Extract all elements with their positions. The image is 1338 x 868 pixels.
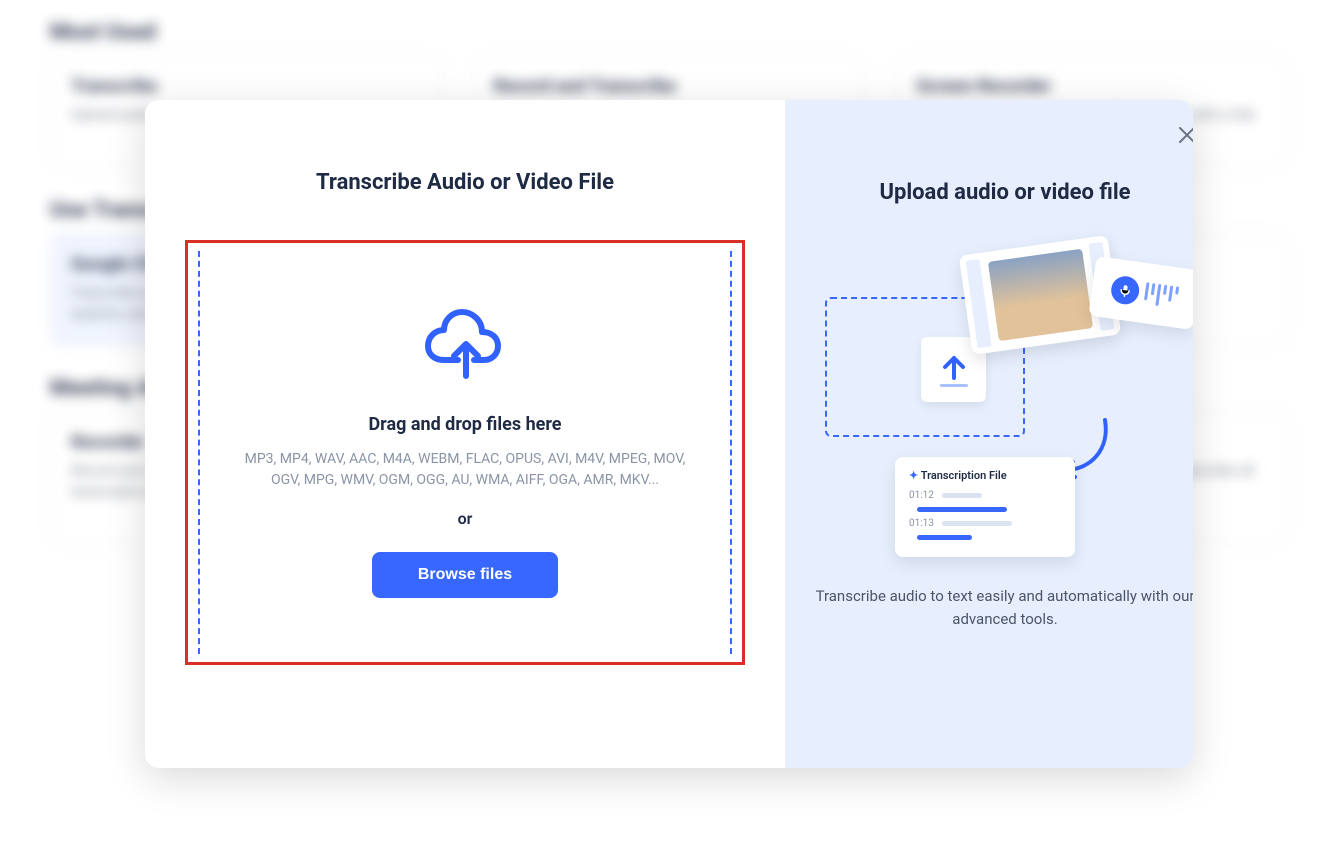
modal-left-panel: Transcribe Audio or Video File Drag and … [145, 100, 785, 768]
dropzone-title: Drag and drop files here [368, 414, 561, 435]
or-separator: or [458, 509, 473, 528]
transcription-card-icon: ✦ Transcription File 01:12 01:13 [895, 457, 1075, 557]
browse-files-button[interactable]: Browse files [372, 552, 558, 598]
upload-illustration: ✦ Transcription File 01:12 01:13 [815, 245, 1193, 565]
upload-modal: Transcribe Audio or Video File Drag and … [145, 100, 1193, 768]
modal-right-panel: Upload audio or video file [785, 100, 1193, 768]
dropzone-highlight-frame: Drag and drop files here MP3, MP4, WAV, … [185, 240, 745, 665]
file-dropzone[interactable]: Drag and drop files here MP3, MP4, WAV, … [198, 251, 732, 654]
cloud-upload-icon [424, 308, 506, 384]
section-most-used-title: Most Used [50, 20, 1288, 45]
right-panel-title: Upload audio or video file [879, 180, 1130, 205]
supported-formats: MP3, MP4, WAV, AAC, M4A, WEBM, FLAC, OPU… [235, 449, 695, 491]
right-panel-description: Transcribe audio to text easily and auto… [815, 585, 1193, 630]
microphone-icon [1109, 274, 1141, 306]
close-button[interactable] [1173, 122, 1193, 150]
close-icon [1178, 126, 1193, 147]
modal-title: Transcribe Audio or Video File [316, 170, 614, 195]
